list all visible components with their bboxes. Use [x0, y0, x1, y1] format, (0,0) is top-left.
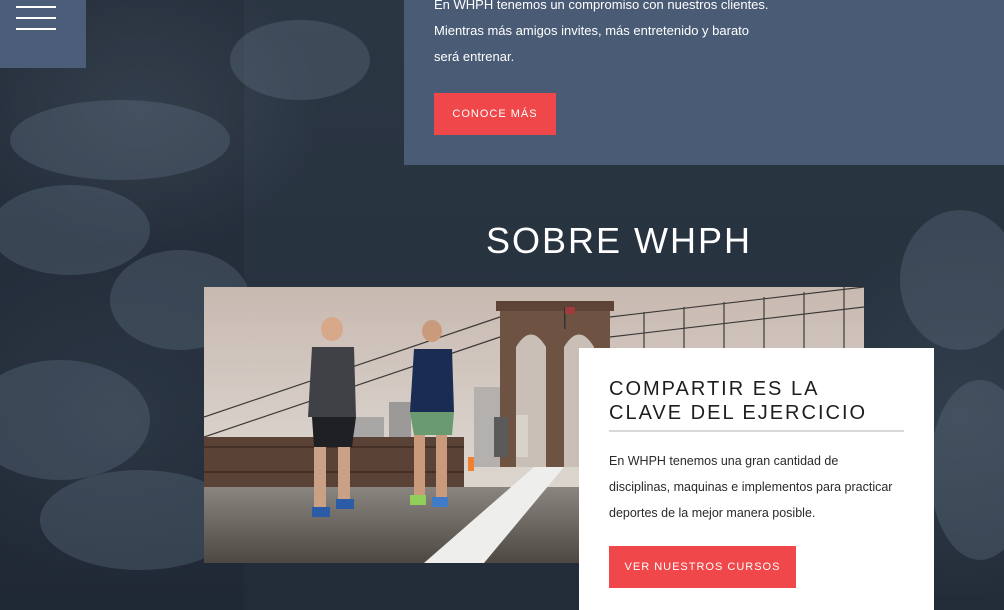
card-text-line: deportes de la mejor manera posible.	[609, 506, 816, 520]
card-paragraph: En WHPH tenemos una gran cantidad de dis…	[609, 448, 909, 526]
card-text-line: En WHPH tenemos una gran cantidad de	[609, 454, 839, 468]
card-divider	[609, 430, 904, 432]
section-title: SOBRE WHPH	[485, 220, 753, 261]
card-title: COMPARTIR ES LA CLAVE DEL EJERCICIO	[609, 377, 909, 425]
card-text-line: disciplinas, maquinas e implementos para…	[609, 480, 893, 494]
info-panel: En WHPH tenemos un compromiso con nuestr…	[404, 0, 1004, 165]
info-line: será entrenar.	[434, 49, 515, 64]
ver-cursos-button[interactable]: VER NUESTROS CURSOS	[609, 546, 796, 588]
menu-toggle-button[interactable]	[0, 0, 86, 68]
info-paragraph: En WHPH tenemos un compromiso con nuestr…	[434, 0, 784, 70]
info-line: En WHPH tenemos un compromiso con nuestr…	[434, 0, 769, 12]
conoce-mas-button[interactable]: CONOCE MÁS	[434, 93, 556, 135]
feature-card: COMPARTIR ES LA CLAVE DEL EJERCICIO En W…	[579, 348, 934, 610]
info-line: Mientras más amigos invites, más entrete…	[434, 23, 750, 38]
card-title-line: CLAVE DEL EJERCICIO	[609, 402, 868, 424]
card-title-line: COMPARTIR ES LA	[609, 378, 820, 400]
